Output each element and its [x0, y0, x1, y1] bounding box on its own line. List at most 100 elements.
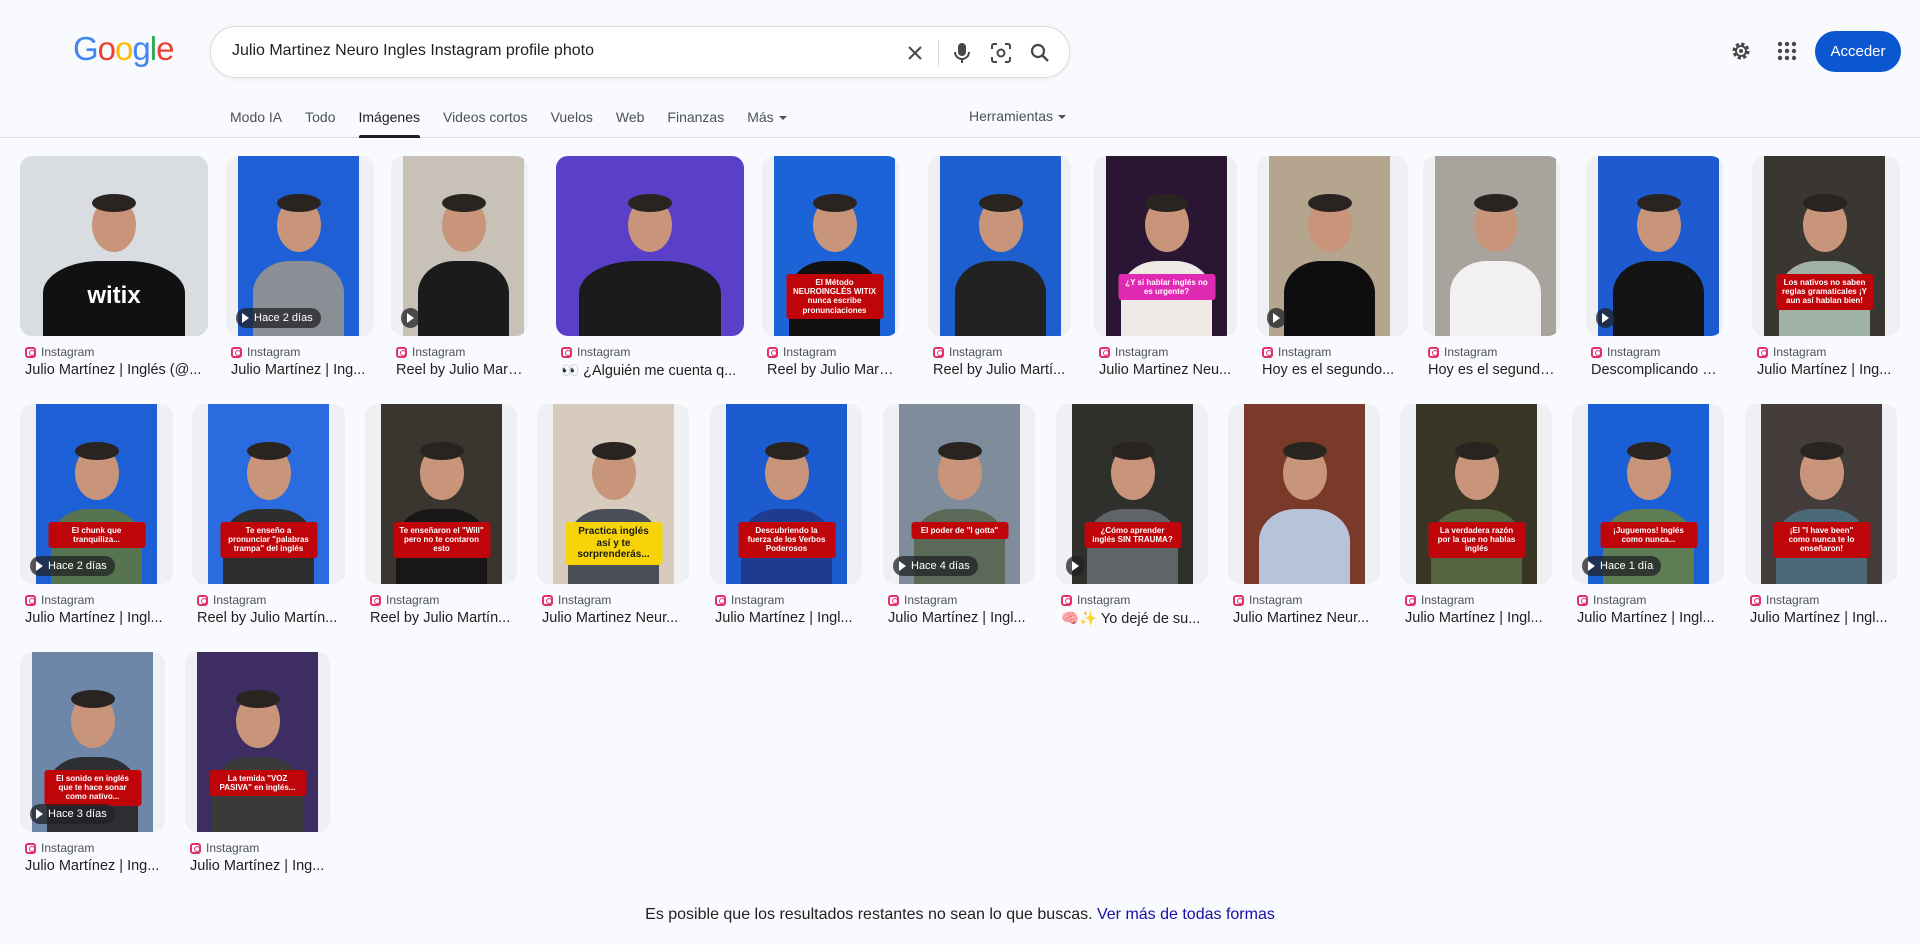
result-source[interactable]: Instagram: [25, 593, 94, 607]
image-result-card[interactable]: Te enseño a pronunciar "palabras trampa"…: [192, 404, 345, 639]
result-title[interactable]: Julio Martínez | Ingl...: [1750, 610, 1894, 626]
result-source[interactable]: Instagram: [197, 593, 266, 607]
image-result-card[interactable]: ¿Cómo aprender inglés SIN TRAUMA? Instagr…: [1056, 404, 1208, 639]
image-result-card[interactable]: Instagram Reel by Julio Martí...: [928, 156, 1071, 391]
image-result-card[interactable]: La verdadera razón por la que no hablas …: [1400, 404, 1552, 639]
gear-icon[interactable]: [1728, 38, 1754, 64]
result-title[interactable]: Hoy es el segundo...: [1428, 362, 1557, 378]
result-source[interactable]: Instagram: [1591, 345, 1660, 359]
image-result-card[interactable]: ¡El "I have been" como nunca te lo enseñ…: [1745, 404, 1897, 639]
image-result-card[interactable]: Instagram Hoy es el segundo...: [1257, 156, 1408, 391]
tab-todo[interactable]: Todo: [305, 108, 335, 138]
image-result-card[interactable]: El Método NEUROINGLÉS WITIX nunca escrib…: [762, 156, 899, 391]
result-source[interactable]: Instagram: [25, 841, 94, 855]
result-title[interactable]: Julio Martínez | Ingl...: [1577, 610, 1721, 626]
result-source[interactable]: Instagram: [933, 345, 1002, 359]
result-source[interactable]: Instagram: [1233, 593, 1302, 607]
grid-apps-icon[interactable]: [1774, 38, 1800, 64]
tab-finanzas[interactable]: Finanzas: [667, 108, 724, 138]
result-source[interactable]: Instagram: [190, 841, 259, 855]
image-result-card[interactable]: Te enseñaron el "Will" pero no te contar…: [365, 404, 517, 639]
image-result-card[interactable]: witix Instagram Julio Martínez | Inglés (@…: [20, 156, 208, 391]
result-title[interactable]: Julio Martínez | Ingl...: [888, 610, 1032, 626]
result-source[interactable]: Instagram: [1061, 593, 1130, 607]
microphone-icon[interactable]: [950, 41, 974, 65]
result-title[interactable]: Julio Martínez | Ing...: [1757, 362, 1897, 378]
image-result-card[interactable]: El sonido en inglés que te hace sonar co…: [20, 652, 165, 887]
tab-modo-ia[interactable]: Modo IA: [230, 108, 282, 138]
play-icon: [1588, 561, 1595, 571]
result-title[interactable]: Descomplicando el...: [1591, 362, 1720, 378]
show-more-link[interactable]: Ver más de todas formas: [1097, 906, 1275, 923]
tab-web[interactable]: Web: [616, 108, 645, 138]
result-title[interactable]: Julio Martínez | Ingl...: [25, 610, 170, 626]
image-result-card[interactable]: Instagram Reel by Julio Martí...: [391, 156, 528, 391]
result-title[interactable]: Julio Martínez | Ing...: [25, 858, 162, 874]
result-source[interactable]: Instagram: [1577, 593, 1646, 607]
image-result-card[interactable]: Instagram Descomplicando el...: [1586, 156, 1723, 391]
tab-vuelos[interactable]: Vuelos: [551, 108, 593, 138]
result-title[interactable]: Reel by Julio Martí...: [933, 362, 1068, 378]
clear-icon[interactable]: [903, 41, 927, 65]
result-source[interactable]: Instagram: [1262, 345, 1331, 359]
thumbnail-image: [556, 156, 744, 336]
search-input[interactable]: Julio Martinez Neuro Ingles Instagram pr…: [232, 42, 594, 60]
result-source[interactable]: Instagram: [231, 345, 300, 359]
image-result-card[interactable]: Instagram Julio Martinez Neur...: [1228, 404, 1380, 639]
result-title[interactable]: Julio Martinez Neu...: [1099, 362, 1234, 378]
image-result-card[interactable]: Hace 2 días Instagram Julio Martínez | Ing…: [226, 156, 374, 391]
result-source[interactable]: Instagram: [1428, 345, 1497, 359]
result-title[interactable]: Julio Martínez | Ingl...: [1405, 610, 1549, 626]
result-source[interactable]: Instagram: [715, 593, 784, 607]
lens-camera-icon[interactable]: [989, 41, 1013, 65]
tab-videos-cortos[interactable]: Videos cortos: [443, 108, 528, 138]
source-name: Instagram: [1766, 593, 1820, 607]
result-title[interactable]: Reel by Julio Martín...: [370, 610, 514, 626]
image-result-card[interactable]: Instagram Hoy es el segundo...: [1423, 156, 1560, 391]
image-result-card[interactable]: Descubriendo la fuerza de los Verbos Pod…: [710, 404, 862, 639]
result-title[interactable]: Julio Martínez | Ingl...: [715, 610, 859, 626]
result-title[interactable]: Julio Martínez | Ing...: [231, 362, 371, 378]
result-title[interactable]: Hoy es el segundo...: [1262, 362, 1405, 378]
tab-imágenes[interactable]: Imágenes: [358, 108, 421, 138]
search-tabs: Modo IA Todo Imágenes Videos cortos Vuelos We…: [230, 108, 810, 138]
tab-label: Web: [615, 109, 645, 125]
result-title[interactable]: Reel by Julio Martí...: [396, 362, 525, 378]
result-source[interactable]: Instagram: [1099, 345, 1168, 359]
image-result-card[interactable]: La temida "VOZ PASIVA" en inglés... Insta…: [185, 652, 330, 887]
result-source[interactable]: Instagram: [888, 593, 957, 607]
result-source[interactable]: Instagram: [25, 345, 94, 359]
tab-más[interactable]: Más: [747, 108, 787, 138]
person-torso: [578, 261, 722, 336]
result-title[interactable]: Julio Martinez Neur...: [1233, 610, 1377, 626]
result-title[interactable]: 👀 ¿Alguién me cuenta q...: [561, 362, 741, 379]
image-result-card[interactable]: Los nativos no saben reglas gramaticales…: [1752, 156, 1900, 391]
result-title[interactable]: Reel by Julio Martí...: [767, 362, 896, 378]
image-result-card[interactable]: El poder de "I gotta" Hace 4 días Instagra…: [883, 404, 1035, 639]
result-source[interactable]: Instagram: [396, 345, 465, 359]
result-source[interactable]: Instagram: [561, 345, 630, 359]
image-result-card[interactable]: El chunk que tranquiliza... Hace 2 días In…: [20, 404, 173, 639]
image-result-card[interactable]: ¿Y si hablar inglés no es urgente? Instag…: [1094, 156, 1237, 391]
source-name: Instagram: [41, 841, 95, 855]
result-source[interactable]: Instagram: [542, 593, 611, 607]
result-title[interactable]: 🧠✨ Yo dejé de su...: [1061, 610, 1205, 627]
tools-menu[interactable]: Herramientas: [969, 108, 1067, 124]
result-source[interactable]: Instagram: [370, 593, 439, 607]
image-result-card[interactable]: Instagram 👀 ¿Alguién me cuenta q...: [556, 156, 744, 391]
result-source[interactable]: Instagram: [1405, 593, 1474, 607]
result-source[interactable]: Instagram: [1750, 593, 1819, 607]
result-title[interactable]: Julio Martinez Neur...: [542, 610, 686, 626]
result-source[interactable]: Instagram: [1757, 345, 1826, 359]
google-logo[interactable]: Google: [73, 30, 174, 68]
instagram-icon: [1061, 594, 1072, 606]
image-result-card[interactable]: ¡Juguemos! Inglés como nunca... Hace 1 dí…: [1572, 404, 1724, 639]
result-title[interactable]: Julio Martínez | Inglés (@...: [25, 362, 205, 378]
search-box[interactable]: Julio Martinez Neuro Ingles Instagram pr…: [210, 26, 1070, 78]
result-source[interactable]: Instagram: [767, 345, 836, 359]
image-result-card[interactable]: Practica inglés así y te sorprenderás...…: [537, 404, 689, 639]
result-title[interactable]: Julio Martínez | Ing...: [190, 858, 327, 874]
result-title[interactable]: Reel by Julio Martín...: [197, 610, 342, 626]
search-icon[interactable]: [1028, 41, 1052, 65]
sign-in-button[interactable]: Acceder: [1815, 31, 1901, 72]
